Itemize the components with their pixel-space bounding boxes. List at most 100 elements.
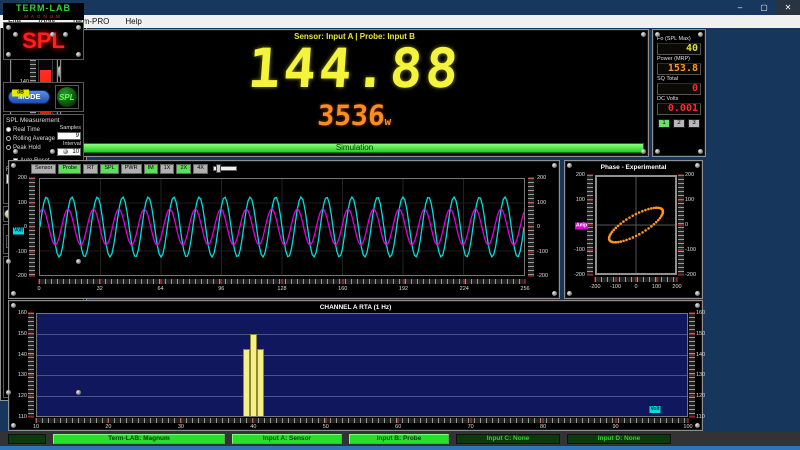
menu-bar: FileToolsTerm-PROHelp	[0, 15, 800, 28]
tick-label: -100	[685, 247, 696, 253]
tick-label: 224	[460, 286, 469, 292]
scope-button-1x[interactable]: 1X	[160, 164, 175, 174]
radio-label: Rolling Average	[13, 136, 55, 142]
major-tick	[403, 279, 404, 284]
scope-button-pwr[interactable]: PWR	[121, 164, 142, 174]
scope-button-im[interactable]: IM	[144, 164, 158, 174]
tick-label: -100	[574, 247, 585, 253]
tick-label: 150	[18, 331, 27, 337]
memory-button-1[interactable]: 1	[658, 119, 670, 128]
power-mrp-label: Power (MRP)	[657, 56, 701, 62]
memory-button-3[interactable]: 3	[688, 119, 700, 128]
screw-icon	[641, 149, 646, 154]
screw-icon	[63, 149, 68, 154]
gridline	[37, 375, 687, 376]
radio-option-rolling-average[interactable]: Rolling Average	[6, 134, 55, 143]
screw-icon	[50, 149, 55, 154]
rta-bar-39hz	[243, 349, 250, 416]
volt-trace-marker: Volt	[13, 228, 24, 235]
scope-zoom-slider[interactable]	[213, 166, 237, 171]
screw-icon	[695, 291, 700, 296]
major-tick	[464, 279, 465, 284]
tick-label: 140	[696, 352, 705, 358]
radio-option-real-time[interactable]: Real Time	[6, 125, 55, 134]
tick-label: -200	[574, 272, 585, 278]
tick-label: 120	[18, 393, 27, 399]
major-tick	[587, 200, 593, 201]
scope-traces	[40, 179, 524, 275]
tick-label: 64	[157, 286, 163, 292]
screw-icon	[63, 32, 68, 37]
scope-button-spl[interactable]: SPL	[100, 164, 118, 174]
measurement-title: SPL Measurement	[6, 117, 81, 124]
rta-x-axis: 102030405060708090100	[36, 424, 688, 432]
screw-icon	[552, 163, 557, 168]
rta-y-axis-right: 160150140130120110	[696, 313, 712, 417]
screw-icon	[655, 149, 660, 154]
oscilloscope-panel: SensorProbeRTSPLPWRIM1X2X4X Volt 2001000…	[8, 160, 560, 299]
tick-label: 70	[468, 424, 474, 430]
menu-item-help[interactable]: Help	[117, 17, 149, 26]
samples-input[interactable]: 9	[57, 132, 81, 140]
scope-ruler-left	[29, 178, 35, 276]
tick-label: 20	[105, 424, 111, 430]
tick-label: 90	[612, 424, 618, 430]
scope-plot-area	[39, 178, 525, 276]
screw-icon	[13, 149, 18, 154]
major-tick	[253, 418, 254, 423]
slider-handle[interactable]	[216, 164, 221, 173]
tick-label: 40	[250, 424, 256, 430]
scope-button-rt[interactable]: RT	[83, 164, 98, 174]
radio-label: Real Time	[13, 127, 40, 133]
screw-icon	[76, 25, 81, 30]
gridline	[37, 334, 687, 335]
major-tick	[108, 418, 109, 423]
tick-label: 0	[24, 224, 27, 230]
samples-label: Samples	[60, 125, 81, 131]
major-tick	[688, 418, 689, 423]
sq-total-label: SQ Total	[657, 76, 701, 82]
scope-button-probe[interactable]: Probe	[58, 164, 81, 174]
status-input-b-probe: Input B: Probe	[349, 434, 449, 444]
phase-title: Phase - Experimental	[565, 164, 702, 171]
scope-button-sensor[interactable]: Sensor	[31, 164, 56, 174]
rta-panel: CHANNEL A RTA (1 Hz) 160150140130120110 …	[8, 300, 703, 431]
status-input-a-sensor: Input A: Sensor	[232, 434, 342, 444]
maximize-icon[interactable]: ▢	[752, 0, 776, 15]
tick-label: 110	[696, 414, 705, 420]
spl-globe-button[interactable]: SPL	[55, 85, 79, 109]
close-icon[interactable]: ✕	[776, 0, 800, 15]
sq-total-value: 0	[657, 83, 701, 95]
scope-button-4x[interactable]: 4X	[193, 164, 208, 174]
tick-label: -200	[589, 284, 600, 290]
tick-label: 100	[537, 200, 546, 206]
major-tick	[29, 227, 35, 228]
dc-volts-label: DC Volts	[657, 96, 701, 102]
major-tick	[470, 418, 471, 423]
logo-title: TERM-LAB	[3, 3, 84, 14]
power-unit: w	[384, 115, 392, 128]
scope-button-2x[interactable]: 2X	[176, 164, 191, 174]
minimize-icon[interactable]: –	[728, 0, 752, 15]
main-display-panel: Sensor: Input A | Probe: Input B 144.88 …	[60, 29, 649, 157]
screw-icon	[6, 52, 11, 57]
tick-label: 60	[395, 424, 401, 430]
screw-icon	[76, 259, 81, 264]
rta-title: CHANNEL A RTA (1 Hz)	[9, 304, 702, 311]
major-tick	[678, 250, 684, 251]
fo-label: Fo (SPL Max)	[657, 36, 701, 42]
screw-icon	[76, 390, 81, 395]
tick-label: 50	[323, 424, 329, 430]
interval-label: Interval	[63, 141, 81, 147]
tick-label: 256	[520, 286, 529, 292]
major-tick	[595, 277, 596, 282]
memory-button-2[interactable]: 2	[673, 119, 685, 128]
logo-subtitle: MAGNUM	[3, 14, 84, 19]
tick-label: 160	[338, 286, 347, 292]
phase-ruler-right	[678, 175, 684, 275]
major-tick	[636, 277, 637, 282]
major-tick	[689, 375, 695, 376]
phase-ruler-bottom	[595, 277, 677, 282]
mode-screen-text: SPL	[4, 23, 83, 59]
interval-input[interactable]: 10	[57, 148, 81, 156]
